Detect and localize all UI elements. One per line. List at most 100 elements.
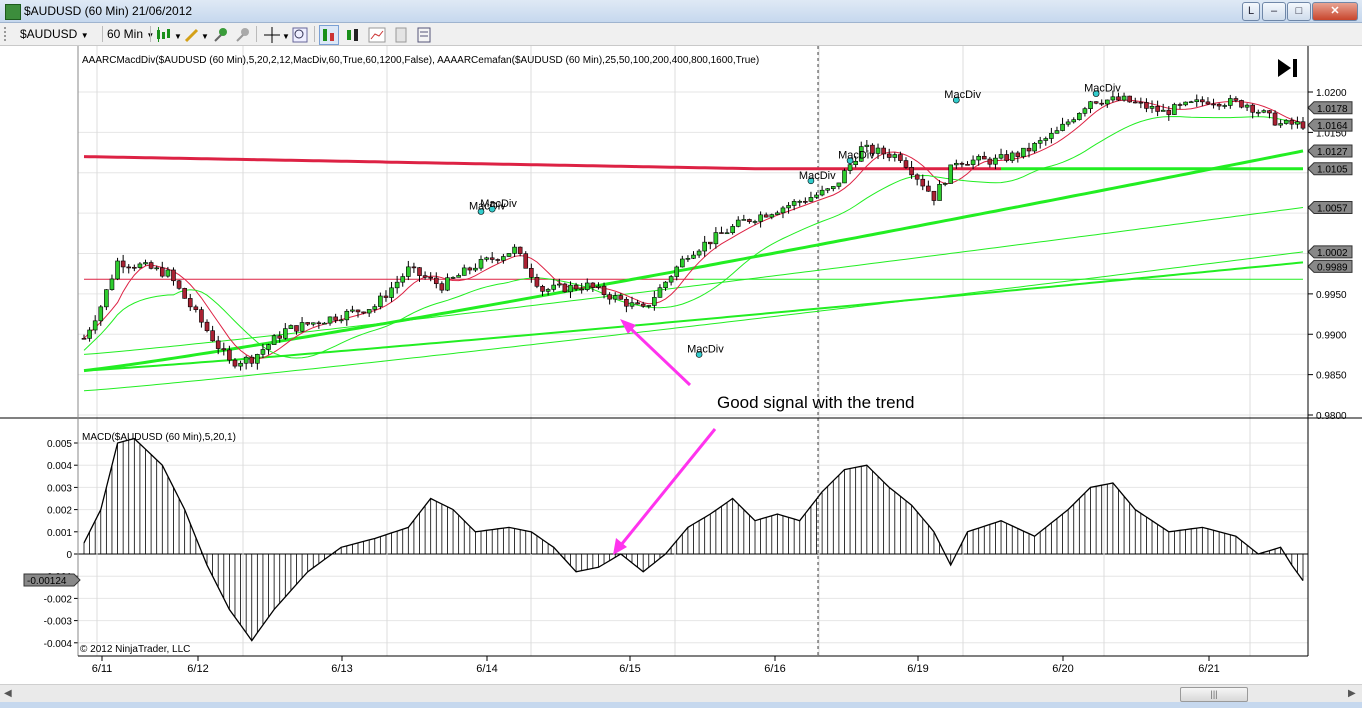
instrument-selector[interactable]: $AUDUSD ▼ bbox=[20, 26, 89, 42]
candle-body bbox=[914, 174, 920, 180]
horizontal-scrollbar[interactable]: ◀ ||| ▶ bbox=[0, 684, 1362, 703]
properties-icon bbox=[395, 27, 407, 43]
price-box: 1.0105 bbox=[1307, 162, 1353, 176]
pin-button[interactable] bbox=[211, 25, 231, 45]
candle-body bbox=[769, 214, 775, 218]
candle-body bbox=[406, 266, 411, 277]
x-tick-label: 6/21 bbox=[1198, 663, 1219, 675]
candle-body bbox=[668, 276, 674, 283]
candle-body bbox=[366, 309, 372, 314]
candle-body bbox=[786, 205, 791, 209]
crosshair-button[interactable]: ▼ bbox=[262, 25, 290, 45]
interval-selector[interactable]: 60 Min ▼ bbox=[107, 26, 154, 42]
candle-body bbox=[590, 282, 596, 288]
candle-body bbox=[461, 267, 467, 276]
price-box: 0.9989 bbox=[1307, 259, 1353, 273]
candle-body bbox=[260, 349, 266, 355]
candle-body bbox=[1104, 99, 1110, 105]
candle-body bbox=[551, 284, 557, 290]
line-chart-button[interactable] bbox=[367, 25, 387, 45]
candle-body bbox=[1004, 154, 1009, 161]
candle-body bbox=[758, 214, 763, 222]
candle-body bbox=[238, 362, 243, 367]
candle-body bbox=[1138, 101, 1144, 104]
candle-body bbox=[937, 184, 942, 201]
pin-icon bbox=[214, 28, 227, 42]
chart-area[interactable]: MacDiv MacDiv MacDiv MacDiv MacDiv MacDiv MacD… bbox=[0, 46, 1362, 684]
candle-body bbox=[1026, 147, 1032, 152]
candle-body bbox=[1267, 110, 1272, 114]
candle-body bbox=[383, 295, 389, 298]
price-tick-label: 0.9850 bbox=[1316, 371, 1347, 382]
candle-body bbox=[881, 147, 886, 155]
candle-body bbox=[445, 277, 450, 291]
candle-body bbox=[456, 275, 461, 278]
price-tick-label: 0.9800 bbox=[1316, 411, 1347, 422]
candle-body bbox=[478, 259, 484, 269]
lock-button[interactable]: L bbox=[1242, 2, 1260, 21]
crosshair-icon: ▼ bbox=[264, 27, 290, 43]
candle-body bbox=[517, 246, 523, 254]
scroll-to-end-icon[interactable] bbox=[1278, 59, 1297, 77]
candle-body bbox=[1116, 96, 1121, 101]
candle-body bbox=[529, 267, 534, 278]
candles-button[interactable] bbox=[343, 25, 363, 45]
candle-body bbox=[998, 154, 1004, 159]
title-bar: $AUDUSD (60 Min) 21/06/2012 L – □ ✕ bbox=[0, 0, 1362, 23]
candle-body bbox=[1222, 105, 1228, 107]
chart-canvas[interactable]: MacDivMacDivMacDivMacDivMacDivMacDivMacD… bbox=[0, 46, 1362, 684]
scroll-right-arrow-icon[interactable]: ▶ bbox=[1348, 688, 1356, 699]
macd-tick-label: -0.004 bbox=[44, 639, 73, 650]
properties-button[interactable] bbox=[391, 25, 411, 45]
pin2-button[interactable] bbox=[233, 25, 253, 45]
candle-body bbox=[210, 330, 215, 342]
candle-body bbox=[596, 285, 601, 288]
window-title: $AUDUSD (60 Min) 21/06/2012 bbox=[24, 4, 193, 18]
candle-body bbox=[506, 253, 512, 257]
minimize-button[interactable]: – bbox=[1262, 2, 1286, 21]
candle-body bbox=[1021, 147, 1026, 157]
signal-label: MacDiv bbox=[944, 89, 981, 101]
candle-body bbox=[970, 159, 976, 165]
candle-body bbox=[791, 201, 797, 206]
zoom-button[interactable] bbox=[290, 25, 310, 45]
candle-body bbox=[165, 269, 171, 277]
candle-body bbox=[1132, 101, 1138, 104]
signal-label: MacDiv bbox=[480, 198, 517, 210]
toolbar-grip[interactable] bbox=[4, 27, 9, 41]
candle-body bbox=[909, 166, 914, 176]
scroll-left-arrow-icon[interactable]: ◀ bbox=[4, 688, 12, 699]
candle-body bbox=[965, 164, 970, 166]
candle-body bbox=[1065, 121, 1071, 125]
x-tick-label: 6/19 bbox=[907, 663, 928, 675]
maximize-button[interactable]: □ bbox=[1287, 2, 1311, 21]
candle-body bbox=[1043, 138, 1049, 141]
candle-body bbox=[607, 294, 612, 300]
data-box-button[interactable] bbox=[414, 25, 434, 45]
macd-tick-label: 0.004 bbox=[47, 461, 72, 472]
price-box-label: 1.0057 bbox=[1317, 203, 1348, 214]
candle-body bbox=[1233, 98, 1239, 101]
candle-body bbox=[299, 322, 305, 332]
close-button[interactable]: ✕ bbox=[1312, 2, 1358, 21]
candle-body bbox=[1205, 101, 1211, 105]
candle-body bbox=[1300, 121, 1306, 129]
draw-tool-button[interactable]: ▼ bbox=[182, 25, 209, 45]
candle-body bbox=[573, 284, 579, 290]
copyright-text: © 2012 NinjaTrader, LLC bbox=[80, 644, 190, 655]
candle-body bbox=[1032, 143, 1037, 152]
candle-body bbox=[976, 155, 981, 161]
window-bottom-edge bbox=[0, 702, 1362, 708]
candle-body bbox=[1177, 104, 1183, 106]
candle-body bbox=[959, 162, 965, 165]
bar-chart-button[interactable] bbox=[319, 25, 339, 45]
candle-body bbox=[467, 267, 473, 271]
candlestick-style-button[interactable]: ▼ bbox=[154, 25, 182, 45]
candle-body bbox=[814, 194, 819, 198]
price-tick-label: 0.9950 bbox=[1316, 290, 1347, 301]
scrollbar-thumb[interactable]: ||| bbox=[1180, 687, 1248, 702]
candle-body bbox=[249, 356, 255, 364]
indicator-label: AAARCMacdDiv($AUDUSD (60 Min),5,20,2,12,… bbox=[82, 55, 759, 66]
candle-body bbox=[294, 325, 299, 332]
annotation-arrow-macd bbox=[613, 428, 717, 555]
